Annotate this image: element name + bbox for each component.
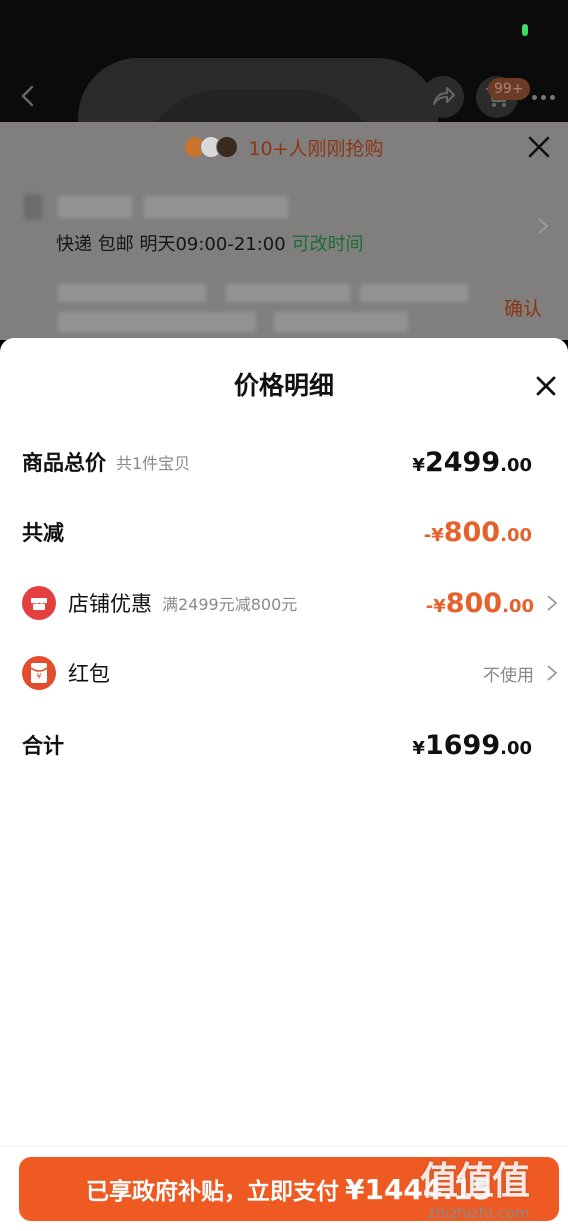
bottom-divider — [0, 1146, 568, 1147]
delivery-method: 快递 包邮 — [56, 234, 134, 255]
item-count-text: 共1件宝贝 — [116, 454, 191, 473]
grand-total-row: 合计 ¥1699.00 — [22, 723, 552, 767]
delivery-time: 明天09:00-21:00 — [139, 234, 286, 255]
price-decimal: .00 — [502, 595, 534, 617]
red-packet-status: 不使用 — [483, 665, 534, 686]
status-indicator-icon — [522, 24, 528, 36]
panel-close-icon[interactable] — [526, 134, 552, 160]
shop-discount-condition: 满2499元减800元 — [162, 595, 298, 614]
product-header-background: 99+ — [0, 0, 568, 122]
close-icon[interactable] — [534, 374, 558, 398]
shop-discount-row[interactable]: 店铺优惠 满2499元减800元 -¥800.00 — [22, 581, 558, 625]
confirm-button[interactable]: 确认 — [504, 294, 542, 321]
address-chevron-icon[interactable] — [536, 216, 550, 236]
price-decimal: .00 — [500, 737, 532, 759]
delivery-info: 快递 包邮 明天09:00-21:00 可改时间 — [56, 230, 363, 256]
share-icon[interactable] — [422, 76, 464, 118]
red-packet-row[interactable]: ¥ 红包 不使用 — [22, 651, 558, 695]
watermark-url: zhizhizhi.com — [428, 1204, 530, 1222]
sheet-title: 价格明细 — [233, 371, 334, 400]
shop-discount-value: -¥800.00 — [426, 581, 558, 625]
chevron-right-icon — [547, 665, 558, 681]
price-integer: 800 — [443, 516, 501, 548]
buyer-avatars — [184, 136, 239, 158]
svg-text:¥: ¥ — [36, 672, 41, 681]
shop-discount-label: 店铺优惠 — [68, 592, 152, 616]
grand-total-value: ¥1699.00 — [412, 723, 532, 767]
address-phone-blurred — [144, 196, 288, 218]
more-options-icon[interactable] — [532, 90, 562, 104]
price-decimal: .00 — [500, 454, 532, 476]
total-discount-label: 共减 — [22, 521, 64, 545]
total-discount-value: -¥800.00 — [424, 510, 532, 554]
address-name-blurred — [58, 196, 132, 218]
currency-symbol: ¥ — [412, 737, 425, 759]
price-integer: 1699 — [424, 729, 501, 761]
currency-symbol: -¥ — [423, 524, 444, 546]
total-discount-row: 共减 -¥800.00 — [22, 510, 552, 554]
watermark-text: 值值值 — [420, 1159, 530, 1203]
recent-buyers-text: 10+人刚刚抢购 — [248, 137, 384, 160]
chevron-right-icon — [547, 595, 558, 611]
price-integer: 2499 — [424, 446, 501, 478]
currency-symbol: ¥ — [412, 454, 425, 476]
total-goods-price-value: ¥2499.00 — [412, 440, 532, 484]
back-arrow-icon[interactable] — [16, 84, 40, 108]
currency-symbol: -¥ — [425, 595, 446, 617]
change-time-link[interactable]: 可改时间 — [291, 234, 363, 255]
grand-total-label: 合计 — [22, 734, 64, 758]
watermark-logo: 值值值 zhizhizhi.com — [420, 1150, 560, 1231]
recent-buyers-banner: 10+人刚刚抢购 — [0, 122, 568, 172]
address-line-blurred — [58, 284, 206, 302]
red-packet-value: 不使用 — [483, 651, 558, 695]
total-goods-price-label: 商品总价 — [22, 451, 106, 475]
red-packet-label: 红包 — [68, 662, 110, 686]
price-detail-sheet: 价格明细 商品总价 共1件宝贝 ¥2499.00 共减 -¥800.00 店铺优… — [0, 338, 568, 1231]
address-line-blurred — [58, 312, 256, 332]
address-line-blurred — [274, 312, 408, 332]
location-icon — [24, 194, 42, 220]
price-decimal: .00 — [500, 524, 532, 546]
red-packet-icon: ¥ — [22, 656, 56, 690]
cart-count-badge: 99+ — [488, 78, 530, 100]
address-line-blurred — [226, 284, 350, 302]
price-integer: 800 — [445, 587, 503, 619]
shop-icon — [22, 586, 56, 620]
pay-button-label: 已享政府补贴，立即支付 — [85, 1179, 339, 1205]
address-line-blurred — [360, 284, 468, 302]
total-goods-price-row: 商品总价 共1件宝贝 ¥2499.00 — [22, 440, 552, 484]
